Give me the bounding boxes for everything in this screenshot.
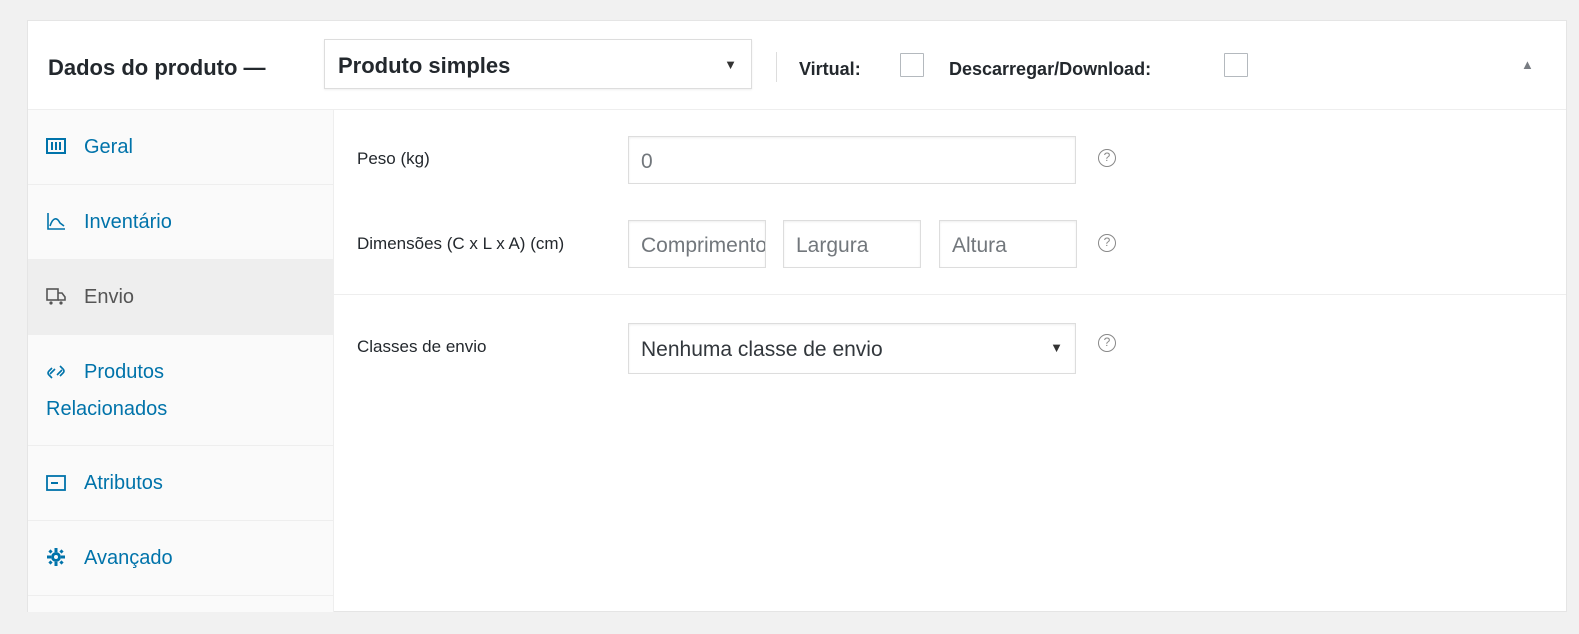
tab-linked-products-label-line1: Produtos <box>84 361 165 383</box>
dimensions-label: Dimensões (C x L x A) (cm) <box>357 234 565 253</box>
section-divider <box>334 294 1566 295</box>
shipping-class-select[interactable]: Nenhuma classe de envio ▼ <box>628 323 1076 374</box>
weight-help-icon[interactable]: ? <box>1098 149 1116 167</box>
chart-icon <box>46 211 66 231</box>
tab-general[interactable]: Geral <box>28 110 333 185</box>
tab-linked-products[interactable]: Produtos Relacionados <box>28 335 333 446</box>
download-checkbox[interactable] <box>1224 53 1248 77</box>
tab-attributes-label: Atributos <box>84 472 163 494</box>
weight-placeholder: 0 <box>641 150 653 173</box>
shipping-class-help-icon[interactable]: ? <box>1098 334 1116 352</box>
width-placeholder: Largura <box>796 234 869 257</box>
shipping-class-label: Classes de envio <box>357 337 487 356</box>
virtual-label: Virtual: <box>799 59 861 79</box>
panel-title: Dados do produto — <box>48 55 266 80</box>
width-input[interactable]: Largura <box>783 220 921 268</box>
link-icon <box>46 362 66 382</box>
gear-icon <box>46 547 66 567</box>
product-type-value: Produto simples <box>338 53 511 78</box>
collapse-toggle-icon[interactable]: ▲ <box>1521 57 1534 72</box>
product-data-tabs: Geral Inventário Envio Produtos Relacion… <box>28 110 334 612</box>
virtual-checkbox[interactable] <box>900 53 924 77</box>
truck-icon <box>46 286 66 306</box>
tab-linked-products-label-line2: Relacionados <box>46 398 168 420</box>
tab-advanced[interactable]: Avançado <box>28 521 333 596</box>
download-label: Descarregar/Download: <box>949 59 1152 79</box>
length-placeholder: Comprimento <box>641 234 766 257</box>
attributes-icon <box>46 473 66 493</box>
tab-inventory[interactable]: Inventário <box>28 185 333 260</box>
grid-icon <box>46 136 66 156</box>
weight-input[interactable]: 0 <box>628 136 1076 184</box>
shipping-class-value: Nenhuma classe de envio <box>641 338 883 361</box>
chevron-down-icon: ▼ <box>1050 340 1063 355</box>
height-input[interactable]: Altura <box>939 220 1077 268</box>
header-divider <box>776 52 777 82</box>
tab-shipping[interactable]: Envio <box>28 260 333 335</box>
weight-label: Peso (kg) <box>357 149 430 168</box>
chevron-down-icon: ▼ <box>724 57 737 72</box>
tab-attributes[interactable]: Atributos <box>28 446 333 521</box>
dimensions-help-icon[interactable]: ? <box>1098 234 1116 252</box>
product-type-select[interactable]: Produto simples ▼ <box>324 39 752 89</box>
tab-advanced-label: Avançado <box>84 547 173 569</box>
tab-inventory-label: Inventário <box>84 211 172 233</box>
height-placeholder: Altura <box>952 234 1007 257</box>
panel-header: Dados do produto — Produto simples ▼ Vir… <box>28 21 1566 110</box>
tab-shipping-label: Envio <box>84 286 135 308</box>
product-data-panel: Dados do produto — Produto simples ▼ Vir… <box>27 20 1567 612</box>
length-input[interactable]: Comprimento <box>628 220 766 268</box>
shipping-panel: Peso (kg) 0 ? Dimensões (C x L x A) (cm)… <box>334 110 1566 612</box>
tab-general-label: Geral <box>84 136 133 158</box>
